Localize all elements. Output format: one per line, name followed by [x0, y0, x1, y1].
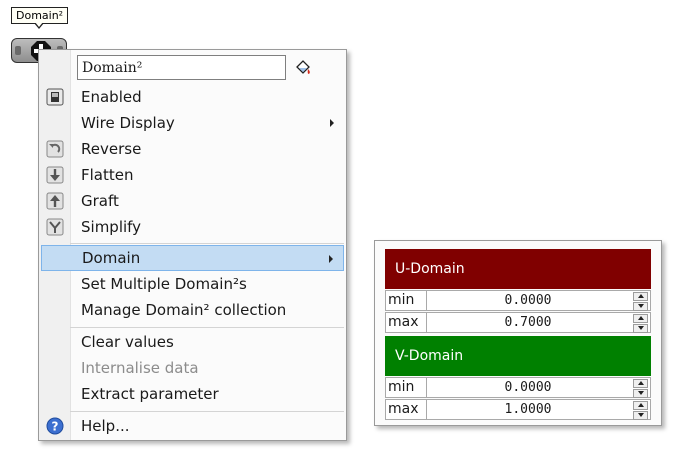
- node-input-grip[interactable]: [15, 46, 21, 55]
- v-domain-header: V-Domain: [385, 336, 651, 376]
- menu-item-label: Graft: [81, 192, 119, 210]
- simplify-icon: [46, 218, 64, 236]
- menu-item-simplify[interactable]: Simplify: [40, 214, 344, 240]
- menu-separator: [70, 243, 344, 244]
- domain-submenu-panel: U-Domain min 0.0000 max 0.7000 V-Domain …: [374, 240, 662, 426]
- spin-down-icon[interactable]: [633, 302, 648, 311]
- v-domain-min-row[interactable]: min 0.0000: [385, 377, 651, 398]
- u-max-spinner[interactable]: [633, 314, 648, 333]
- u-min-spinner[interactable]: [633, 292, 648, 311]
- help-icon: ?: [46, 417, 64, 435]
- v-domain-max-row[interactable]: max 1.0000: [385, 399, 651, 420]
- graft-icon: [46, 192, 64, 210]
- v-min-label: min: [386, 378, 427, 397]
- menu-item-label: Clear values: [81, 333, 174, 351]
- u-min-label: min: [386, 291, 427, 310]
- menu-item-help[interactable]: ? Help...: [40, 413, 344, 439]
- menu-item-flatten[interactable]: Flatten: [40, 162, 344, 188]
- menu-item-graft[interactable]: Graft: [40, 188, 344, 214]
- u-domain-header: U-Domain: [385, 249, 651, 289]
- menu-separator: [70, 327, 344, 328]
- menu-item-label: Reverse: [81, 140, 142, 158]
- menu-item-label: Simplify: [81, 218, 142, 236]
- paint-bucket-icon[interactable]: [294, 59, 312, 77]
- v-min-value[interactable]: 0.0000: [428, 378, 628, 397]
- menu-item-label: Enabled: [81, 88, 142, 106]
- menu-item-reverse[interactable]: Reverse: [40, 136, 344, 162]
- spin-down-icon[interactable]: [633, 324, 648, 333]
- component-name-value: Domain²: [82, 60, 143, 76]
- menu-item-manage-collection[interactable]: Manage Domain² collection: [40, 297, 344, 323]
- menu-separator: [70, 411, 344, 412]
- component-name-input[interactable]: Domain²: [77, 55, 286, 80]
- tooltip-text: Domain²: [16, 9, 64, 22]
- spin-down-icon[interactable]: [633, 389, 648, 398]
- menu-item-enabled[interactable]: Enabled: [40, 84, 344, 110]
- menu-item-label: Set Multiple Domain²s: [81, 275, 247, 293]
- menu-item-label: Domain: [82, 249, 141, 267]
- context-menu: Domain² Enabled Wire Display Reverse Fla…: [38, 49, 347, 441]
- menu-item-extract-parameter[interactable]: Extract parameter: [40, 381, 344, 407]
- v-domain-title: V-Domain: [395, 348, 464, 364]
- v-max-label: max: [386, 400, 427, 419]
- u-max-label: max: [386, 313, 427, 332]
- spin-up-icon[interactable]: [633, 401, 648, 410]
- menu-item-wire-display[interactable]: Wire Display: [40, 110, 344, 136]
- menu-item-label: Flatten: [81, 166, 134, 184]
- tooltip-pointer: [34, 22, 44, 29]
- v-max-value[interactable]: 1.0000: [428, 400, 628, 419]
- menu-item-label: Extract parameter: [81, 385, 219, 403]
- spin-up-icon[interactable]: [633, 292, 648, 301]
- u-domain-max-row[interactable]: max 0.7000: [385, 312, 651, 333]
- menu-item-set-multiple[interactable]: Set Multiple Domain²s: [40, 271, 344, 297]
- spin-up-icon[interactable]: [633, 379, 648, 388]
- v-max-spinner[interactable]: [633, 401, 648, 420]
- spin-up-icon[interactable]: [633, 314, 648, 323]
- menu-item-domain[interactable]: Domain: [41, 245, 344, 271]
- menu-item-label: Wire Display: [81, 114, 175, 132]
- submenu-arrow-icon: [330, 119, 334, 127]
- submenu-arrow-icon: [329, 255, 333, 263]
- menu-item-label: Manage Domain² collection: [81, 301, 287, 319]
- enabled-checkbox-icon: [46, 88, 64, 106]
- u-max-value[interactable]: 0.7000: [428, 313, 628, 332]
- u-domain-title: U-Domain: [395, 261, 465, 277]
- u-min-value[interactable]: 0.0000: [428, 291, 628, 310]
- svg-text:?: ?: [52, 420, 59, 434]
- spin-down-icon[interactable]: [633, 411, 648, 420]
- menu-item-internalise-data: Internalise data: [40, 355, 344, 381]
- flatten-icon: [46, 166, 64, 184]
- u-domain-min-row[interactable]: min 0.0000: [385, 290, 651, 311]
- menu-item-label: Internalise data: [81, 359, 199, 377]
- menu-item-label: Help...: [81, 417, 130, 435]
- menu-item-clear-values[interactable]: Clear values: [40, 329, 344, 355]
- v-min-spinner[interactable]: [633, 379, 648, 398]
- reverse-icon: [46, 140, 64, 158]
